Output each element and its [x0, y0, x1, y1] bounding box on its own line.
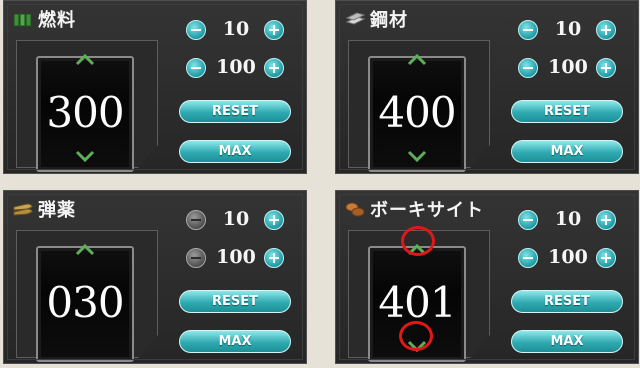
counter-value: 401 [378, 278, 456, 327]
step-row-100: 100 [182, 246, 292, 272]
decrement-arrow-icon[interactable] [407, 147, 427, 163]
ammo-panel: 弾薬 030 10 100 RESET MAX [3, 190, 307, 364]
increment-arrow-icon[interactable] [75, 51, 95, 66]
reset-button[interactable]: RESET [511, 100, 623, 123]
counter-value: 030 [46, 278, 124, 327]
counter-display: 300 [36, 53, 134, 172]
bauxite-panel: ボーキサイト 401 10 100 RESET MAX [335, 190, 639, 364]
decrement-arrow-icon[interactable] [75, 147, 95, 163]
plus-icon[interactable] [596, 248, 616, 268]
max-button[interactable]: MAX [179, 140, 291, 163]
step-value: 100 [548, 56, 588, 78]
plus-icon[interactable] [264, 210, 284, 230]
fuel-icon [13, 11, 33, 27]
resource-name: 燃料 [38, 10, 76, 31]
reset-button[interactable]: RESET [179, 290, 291, 313]
plus-icon[interactable] [596, 20, 616, 40]
minus-icon[interactable] [518, 58, 538, 78]
step-value: 100 [216, 56, 256, 78]
counter-display: 400 [368, 53, 466, 172]
resource-name: 弾薬 [38, 200, 76, 221]
counter-display: 401 [368, 243, 466, 362]
counter-value: 300 [46, 88, 124, 137]
step-row-100: 100 [514, 246, 624, 272]
decrement-arrow-icon[interactable] [407, 337, 427, 353]
plus-icon[interactable] [264, 248, 284, 268]
bauxite-icon [345, 201, 365, 217]
steel-icon [345, 11, 366, 27]
counter-value: 400 [378, 88, 456, 137]
increment-arrow-icon[interactable] [407, 51, 427, 66]
step-row-10: 10 [182, 18, 292, 44]
steel-panel: 鋼材 400 10 100 RESET MAX [335, 0, 639, 174]
step-row-10: 10 [514, 208, 624, 234]
plus-icon[interactable] [596, 210, 616, 230]
plus-icon[interactable] [264, 20, 284, 40]
increment-arrow-icon[interactable] [75, 241, 95, 256]
max-button[interactable]: MAX [511, 140, 623, 163]
reset-button[interactable]: RESET [179, 100, 291, 123]
step-value: 10 [222, 18, 250, 40]
ammo-icon [13, 201, 33, 217]
minus-icon[interactable] [518, 210, 538, 230]
max-button[interactable]: MAX [179, 330, 291, 353]
minus-icon [186, 248, 206, 268]
step-value: 100 [216, 246, 256, 268]
max-button[interactable]: MAX [511, 330, 623, 353]
step-row-10: 10 [182, 208, 292, 234]
step-row-100: 100 [514, 56, 624, 82]
minus-icon[interactable] [518, 20, 538, 40]
step-value: 10 [222, 208, 250, 230]
plus-icon[interactable] [264, 58, 284, 78]
plus-icon[interactable] [596, 58, 616, 78]
counter-display: 030 [36, 243, 134, 362]
resource-name: 鋼材 [370, 10, 408, 31]
step-row-100: 100 [182, 56, 292, 82]
resource-name: ボーキサイト [370, 200, 484, 221]
minus-icon[interactable] [186, 20, 206, 40]
fuel-panel: 燃料 300 10 100 RESET MAX [3, 0, 307, 174]
step-value: 100 [548, 246, 588, 268]
step-row-10: 10 [514, 18, 624, 44]
minus-icon[interactable] [518, 248, 538, 268]
step-value: 10 [554, 208, 582, 230]
reset-button[interactable]: RESET [511, 290, 623, 313]
minus-icon[interactable] [186, 58, 206, 78]
increment-arrow-icon[interactable] [407, 241, 427, 256]
minus-icon [186, 210, 206, 230]
step-value: 10 [554, 18, 582, 40]
